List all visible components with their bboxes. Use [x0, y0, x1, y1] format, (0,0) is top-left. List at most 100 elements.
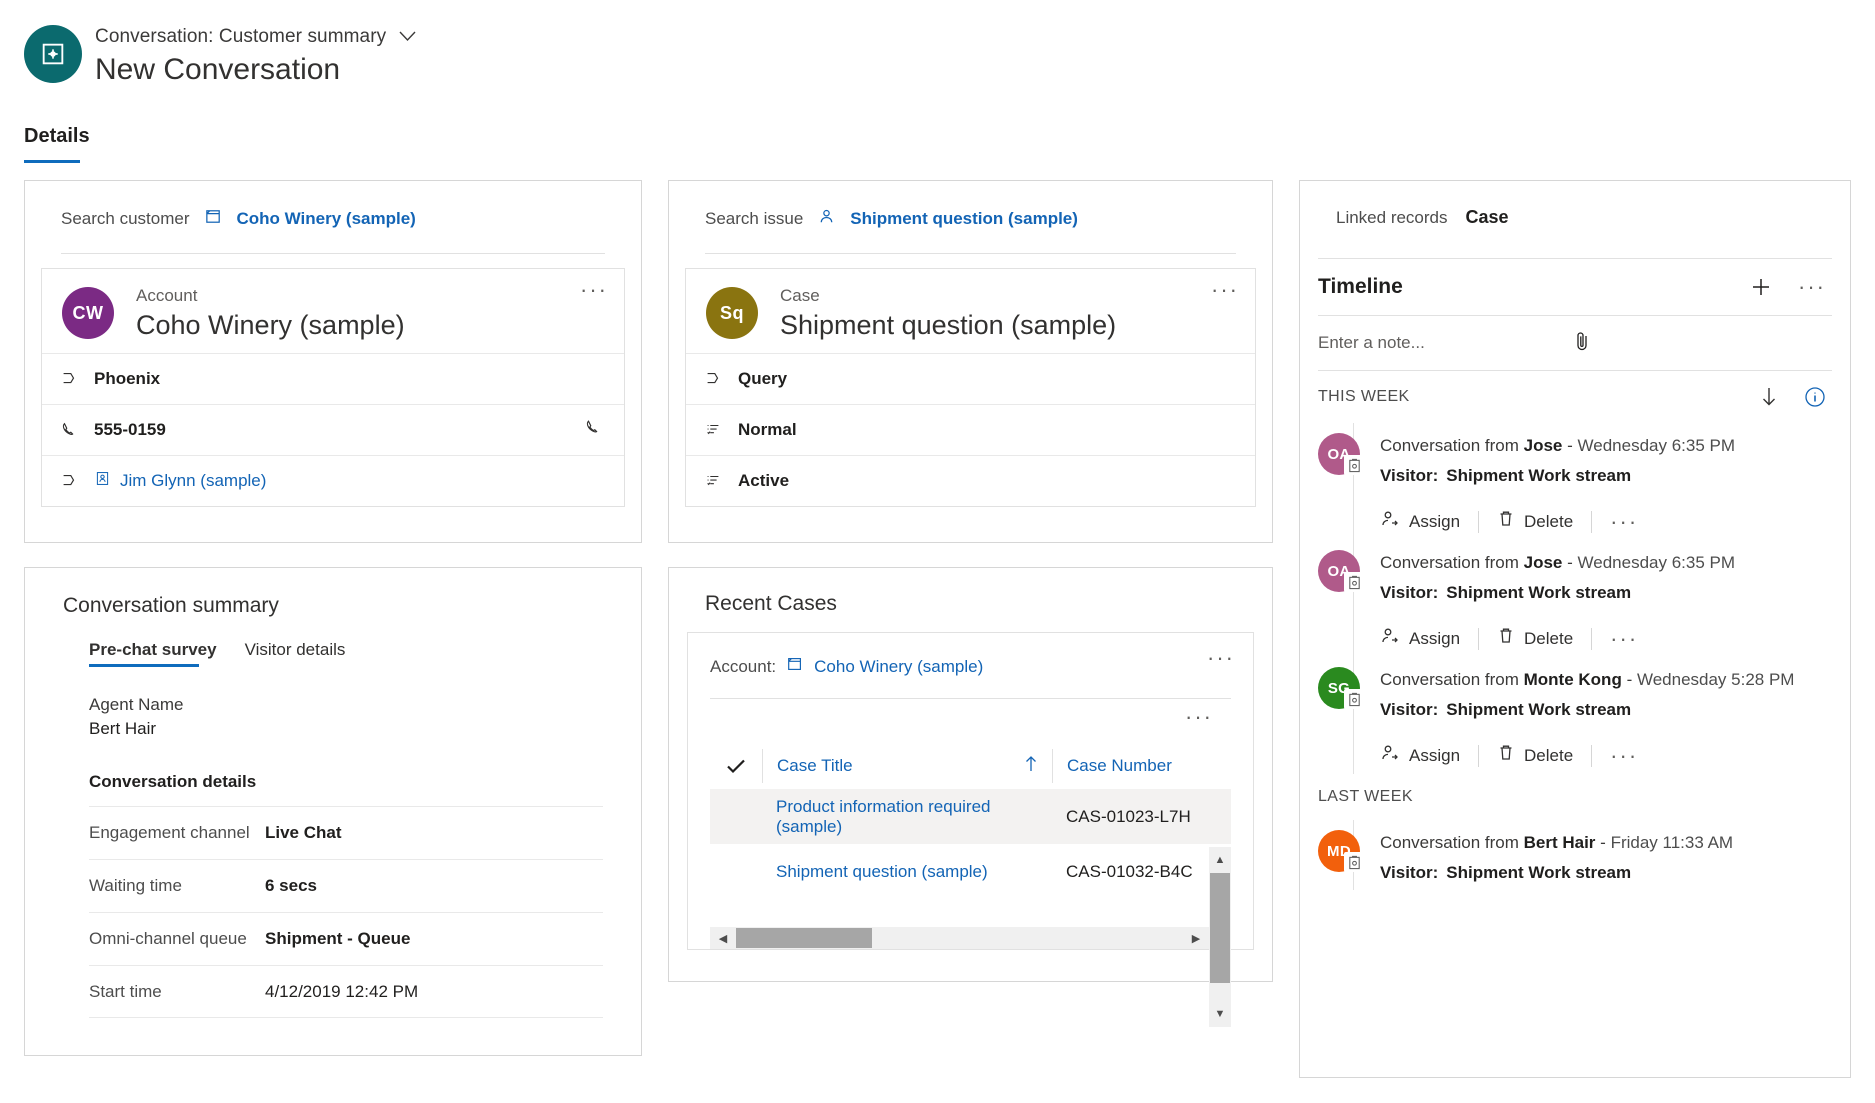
avatar: Sq: [706, 287, 758, 339]
select-all-checkbox[interactable]: [710, 758, 762, 774]
recent-cases-overflow-button[interactable]: ···: [1207, 651, 1235, 665]
note-input-row[interactable]: Enter a note...: [1300, 316, 1850, 370]
recent-cases-account-value[interactable]: Coho Winery (sample): [814, 657, 983, 677]
customer-divider: [61, 253, 605, 254]
timeline-item[interactable]: SG Conversation from Monte Kong -: [1300, 657, 1850, 774]
conversation-summary-tabs: Pre-chat survey Visitor details: [25, 618, 641, 669]
vertical-scroll-thumb[interactable]: [1210, 873, 1230, 983]
account-card-header: CW Account Coho Winery (sample) ···: [42, 269, 624, 353]
triangle-down-icon[interactable]: ▼: [1209, 1001, 1231, 1027]
trash-icon: [1497, 626, 1515, 651]
timeline-item-dash: -: [1567, 553, 1573, 572]
timeline-item-header: Conversation from Monte Kong - Wednesday…: [1380, 667, 1832, 693]
trash-icon: [1497, 509, 1515, 534]
app-root: Conversation: Customer summary New Conve…: [0, 0, 1875, 1103]
detail-row: Engagement channel Live Chat: [89, 806, 603, 859]
page-title: New Conversation: [95, 53, 340, 87]
triangle-left-icon[interactable]: ◀: [710, 927, 736, 949]
breadcrumb[interactable]: Conversation: Customer summary: [95, 26, 416, 48]
case-field-status: Active: [686, 455, 1255, 506]
timeline-item-actions: Assign Delete: [1380, 610, 1832, 657]
visitor-label: Visitor:: [1380, 583, 1438, 602]
visitor-label: Visitor:: [1380, 863, 1438, 882]
avatar: CW: [62, 287, 114, 339]
timeline-item-time: Friday 11:33 AM: [1611, 833, 1734, 852]
account-contact-link[interactable]: Jim Glynn (sample): [120, 471, 266, 491]
detail-key: Omni-channel queue: [89, 929, 265, 949]
case-name: Shipment question (sample): [780, 307, 1116, 343]
search-issue-value[interactable]: Shipment question (sample): [850, 209, 1078, 229]
account-overflow-button[interactable]: ···: [580, 283, 608, 297]
delete-button[interactable]: Delete: [1497, 743, 1591, 768]
case-type-label: Case: [780, 285, 1116, 307]
delete-button[interactable]: Delete: [1497, 626, 1591, 651]
conversation-summary-title: Conversation summary: [25, 568, 641, 618]
cell-case-title[interactable]: Product information required (sample): [762, 797, 1052, 837]
assign-button[interactable]: Assign: [1380, 626, 1478, 651]
cell-case-title[interactable]: Shipment question (sample): [762, 862, 1052, 882]
visitor-value: Shipment Work stream: [1438, 863, 1631, 882]
triangle-right-icon[interactable]: ▶: [1183, 927, 1209, 949]
table-row[interactable]: Shipment question (sample) CAS-01032-B4C: [710, 844, 1231, 899]
clipboard-gear-icon: [1344, 689, 1364, 709]
timeline-group-header: LAST WEEK: [1300, 774, 1850, 820]
assign-label: Assign: [1409, 629, 1460, 649]
tab-details-indicator: [24, 160, 80, 163]
search-issue-row[interactable]: Search issue Shipment question (sample): [669, 181, 1272, 231]
timeline-item-prefix: Conversation from: [1380, 670, 1519, 689]
recent-cases-panel: Recent Cases Account: Coho Winery (sampl…: [668, 567, 1273, 982]
visitor-label: Visitor:: [1380, 700, 1438, 719]
timeline-item-more-button[interactable]: ···: [1610, 517, 1638, 527]
search-customer-label: Search customer: [61, 209, 190, 229]
timeline-item[interactable]: OA Conversation from Jose -: [1300, 540, 1850, 657]
search-customer-value[interactable]: Coho Winery (sample): [237, 209, 416, 229]
assign-button[interactable]: Assign: [1380, 743, 1478, 768]
case-overflow-button[interactable]: ···: [1211, 283, 1239, 297]
sort-ascending-icon[interactable]: [1024, 755, 1038, 778]
column-header-case-number[interactable]: Case Number: [1052, 749, 1202, 783]
timeline-item-more-button[interactable]: ···: [1610, 634, 1638, 644]
linked-records-value[interactable]: Case: [1466, 207, 1509, 228]
clipboard-gear-icon: [1344, 455, 1364, 475]
delete-button[interactable]: Delete: [1497, 509, 1591, 534]
issue-divider: [705, 253, 1236, 254]
triangle-up-icon[interactable]: ▲: [1209, 847, 1231, 873]
detail-value: 6 secs: [265, 876, 317, 896]
timeline-item[interactable]: MD Conversation from Bert Hair -: [1300, 820, 1850, 890]
horizontal-scroll-thumb[interactable]: [736, 928, 872, 948]
contact-record-icon: [94, 470, 111, 492]
detail-value: Shipment - Queue: [265, 929, 410, 949]
phone-call-icon[interactable]: [584, 419, 602, 442]
paperclip-icon[interactable]: [1572, 330, 1826, 357]
table-row[interactable]: Product information required (sample) CA…: [710, 789, 1231, 844]
plus-icon[interactable]: [1750, 276, 1772, 298]
timeline-item-visitor: Visitor:Shipment Work stream: [1380, 856, 1832, 890]
avatar-initials: CW: [73, 303, 104, 324]
detail-key: Waiting time: [89, 876, 265, 896]
column-header-case-title[interactable]: Case Title: [762, 749, 1052, 783]
action-separator: [1478, 511, 1479, 533]
account-card: CW Account Coho Winery (sample) ··· Phoe…: [41, 268, 625, 507]
tab-visitor-details[interactable]: Visitor details: [245, 640, 346, 669]
timeline-item[interactable]: OA Conversation from Jose -: [1300, 423, 1850, 540]
grid-overflow-button[interactable]: ···: [1185, 711, 1213, 723]
search-customer-row[interactable]: Search customer Coho Winery (sample): [25, 181, 641, 231]
chevron-down-icon[interactable]: [399, 26, 416, 48]
info-icon[interactable]: [1804, 386, 1826, 408]
account-name: Coho Winery (sample): [136, 307, 405, 343]
agent-name-label: Agent Name: [25, 669, 641, 715]
grid-horizontal-scrollbar[interactable]: ◀ ▶: [710, 927, 1209, 949]
arrow-down-icon[interactable]: [1760, 386, 1778, 408]
column-header-case-title-label: Case Title: [777, 756, 853, 776]
case-status-value: Active: [738, 471, 789, 491]
ellipsis-icon[interactable]: ···: [1798, 283, 1826, 291]
timeline-item-more-button[interactable]: ···: [1610, 751, 1638, 761]
account-city-value: Phoenix: [94, 369, 160, 389]
tab-details[interactable]: Details: [24, 125, 90, 158]
recent-cases-account-label: Account:: [710, 657, 776, 677]
timeline-item-prefix: Conversation from: [1380, 553, 1519, 572]
grid-vertical-scrollbar[interactable]: ▲ ▼: [1209, 847, 1231, 1027]
note-input-placeholder[interactable]: Enter a note...: [1318, 333, 1572, 353]
timeline-panel: Linked records Case Timeline ··· Enter a…: [1299, 180, 1851, 1078]
assign-button[interactable]: Assign: [1380, 509, 1478, 534]
